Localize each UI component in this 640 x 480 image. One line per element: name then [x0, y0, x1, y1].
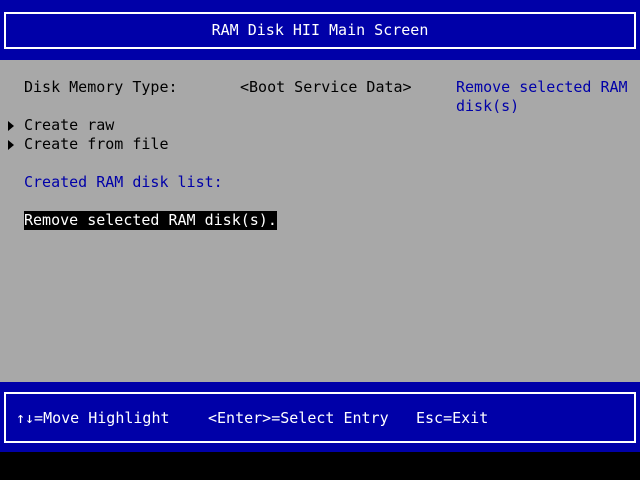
page-title: RAM Disk HII Main Screen	[4, 12, 636, 49]
create-from-file-label: Create from file	[24, 135, 169, 153]
footer-band: ↑↓=Move Highlight <Enter>=Select Entry E…	[0, 382, 640, 452]
disk-memory-type-select[interactable]: <Boot Service Data>	[240, 78, 412, 97]
bottom-border	[0, 452, 640, 480]
main-form: Disk Memory Type: <Boot Service Data> Re…	[0, 60, 640, 382]
header-band: RAM Disk HII Main Screen	[0, 0, 640, 60]
create-raw-label: Create raw	[24, 116, 115, 134]
disk-memory-type-label: Disk Memory Type:	[24, 78, 178, 96]
move-highlight-hint: ↑↓=Move Highlight	[16, 409, 170, 427]
disk-list-heading: Created RAM disk list:	[24, 173, 223, 191]
submenu-arrow-icon	[8, 121, 14, 131]
help-text-line1: Remove selected RAM	[456, 78, 628, 96]
help-text-line2: disk(s)	[456, 97, 520, 115]
exit-hint: Esc=Exit	[416, 409, 489, 427]
submenu-arrow-icon	[8, 140, 14, 150]
select-entry-hint: <Enter>=Select Entry	[208, 409, 389, 427]
remove-selected-disks-button[interactable]: Remove selected RAM disk(s).	[24, 211, 277, 230]
